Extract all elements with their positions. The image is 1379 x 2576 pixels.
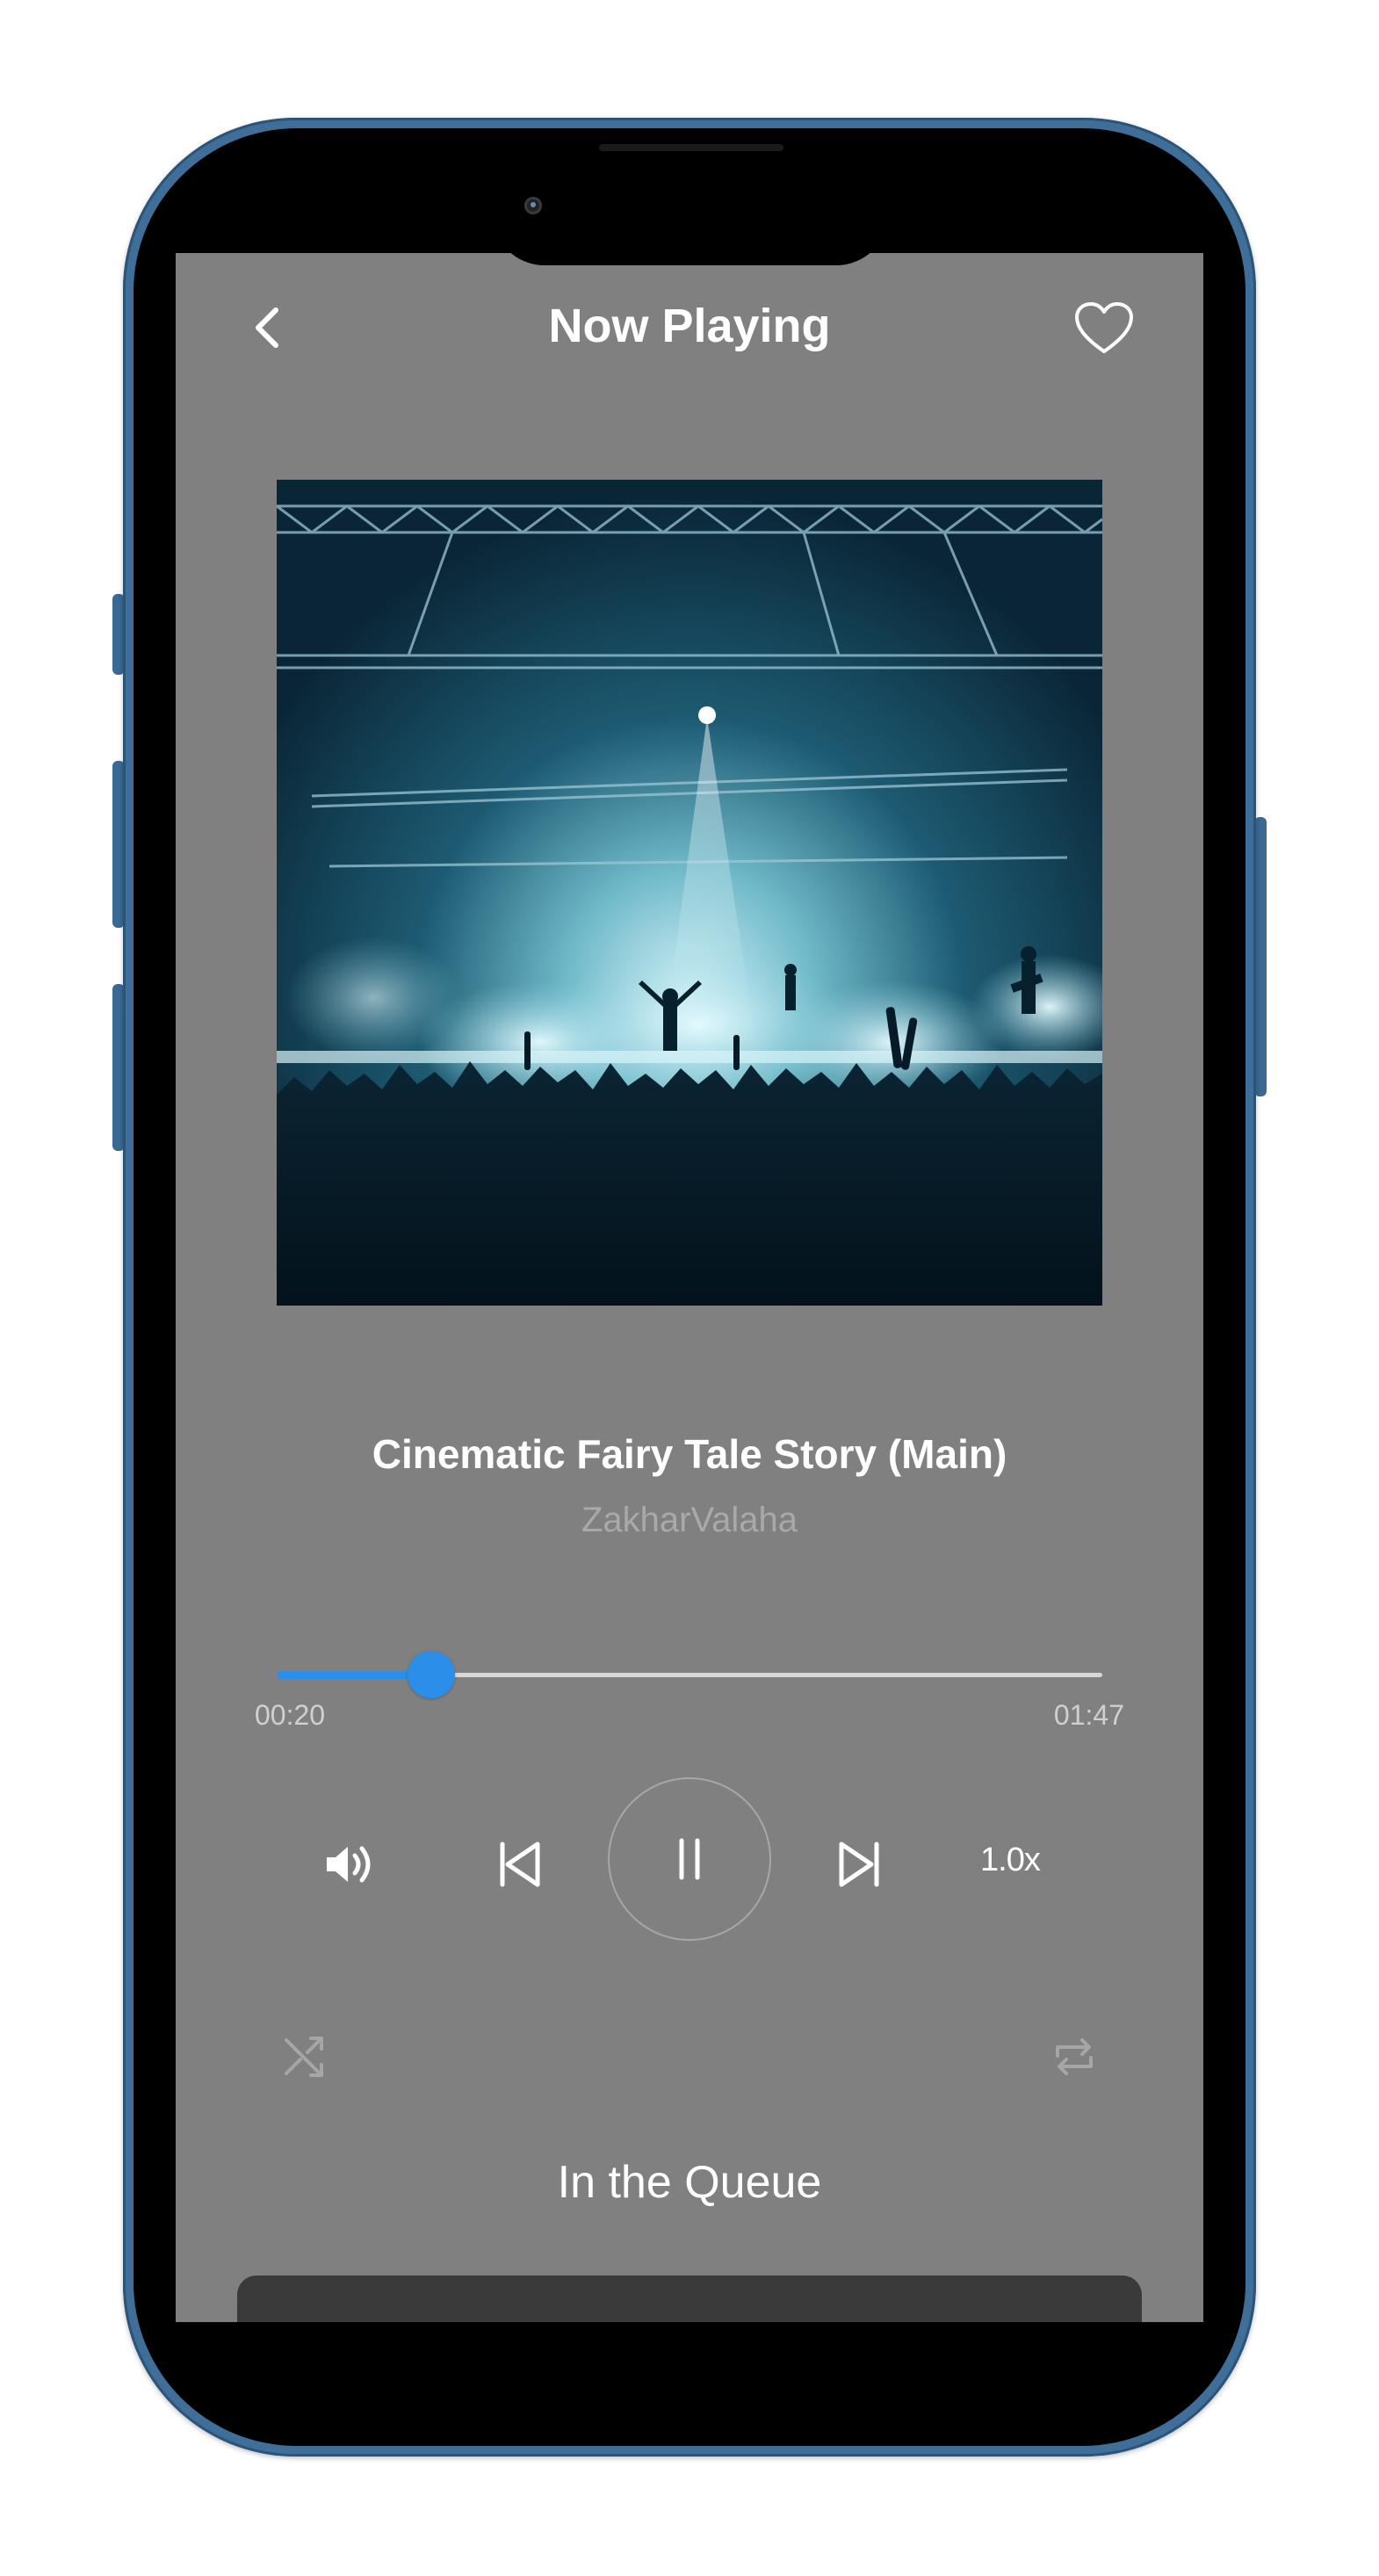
total-time: 01:47	[1053, 1699, 1124, 1731]
pause-button[interactable]	[608, 1777, 771, 1941]
front-camera	[524, 197, 542, 214]
pause-icon	[679, 1838, 700, 1880]
playback-speed-button[interactable]: 1.0x	[980, 1842, 1041, 1879]
queue-heading: In the Queue	[557, 2157, 822, 2208]
shuffle-icon[interactable]	[281, 2033, 329, 2080]
heart-icon[interactable]	[1073, 300, 1135, 357]
track-title: Cinematic Fairy Tale Story (Main)	[372, 1431, 1007, 1477]
progress-thumb[interactable]	[407, 1651, 455, 1698]
track-artist[interactable]: ZakharValaha	[176, 1501, 1203, 1540]
phone-notch	[492, 132, 889, 265]
skip-previous-icon[interactable]	[495, 1837, 545, 1892]
volume-icon[interactable]	[323, 1840, 376, 1889]
skip-next-icon[interactable]	[834, 1837, 884, 1892]
app-screen: Now Playing Cinematic Fairy Tale Story (…	[176, 253, 1203, 2322]
page-title: Now Playing	[548, 300, 831, 352]
speaker-grille	[599, 144, 783, 151]
album-art	[277, 480, 1102, 1306]
queue-list-item[interactable]	[237, 2276, 1142, 2322]
elapsed-time: 00:20	[255, 1699, 326, 1731]
repeat-icon[interactable]	[1050, 2033, 1098, 2080]
progress-slider[interactable]	[277, 1651, 1102, 1698]
power-button	[1254, 817, 1267, 1096]
